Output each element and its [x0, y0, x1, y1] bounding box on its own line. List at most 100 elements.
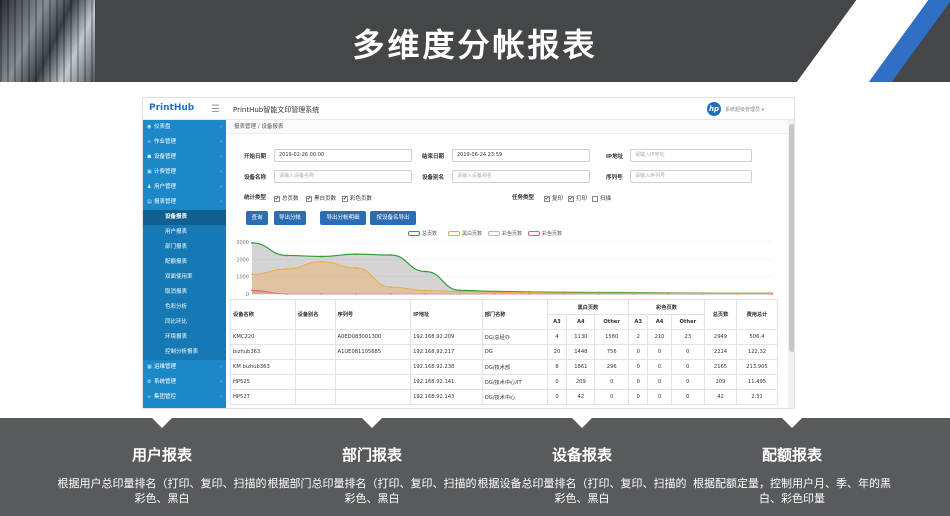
user-menu[interactable]: 系统超级管理员 ▾ — [725, 106, 764, 113]
page: 多维度分帐报表 PrintHub ☰ PrintHub智能文印管理系统 hp 系… — [0, 0, 950, 516]
sidebar-item-label: 设备管理 — [154, 154, 177, 160]
data-point — [389, 254, 392, 256]
data-point — [389, 286, 392, 288]
sidebar-subitem[interactable]: 同比环比 — [143, 315, 226, 330]
th-serial[interactable]: 序列号 — [334, 299, 412, 330]
y-tick-label: 1000 — [236, 275, 249, 281]
table-cell: 42 — [566, 389, 596, 405]
device-report-table: 设备名称 设备别名 序列号 IP地址 部门名称 黑白页数 彩色页数 总页数 费用… — [230, 299, 779, 405]
sidebar-item[interactable]: ▣ 计费管理 ‹ — [143, 165, 226, 180]
th-color-other[interactable]: Other — [670, 314, 706, 330]
stat-bw-checkbox[interactable]: ✔ 黑白页数 — [306, 194, 336, 202]
query-button[interactable]: 查询 — [246, 211, 268, 225]
task-print-checkbox[interactable]: ✔ 打印 — [568, 194, 587, 202]
device-icon: ☗ — [147, 154, 152, 160]
sidebar-subitem[interactable]: 取消报表 — [143, 285, 226, 300]
table-cell: 210 — [647, 329, 672, 345]
th-bw-group: 黑白页数 — [546, 299, 629, 315]
ip-label: IP地址 — [606, 154, 624, 160]
export-button[interactable]: 导出分帐 — [274, 211, 306, 225]
device-name-input[interactable]: 请输入设备名称 — [274, 170, 412, 183]
export-by-device-button[interactable]: 按设备名导出 — [370, 211, 416, 225]
table-cell: DG/技术中心 — [481, 389, 548, 405]
sidebar-item[interactable]: ♟ 用户管理 ‹ — [143, 180, 226, 195]
table-cell — [334, 374, 412, 390]
table-cell — [294, 374, 336, 390]
sidebar-subitem[interactable]: 设备报表 — [143, 210, 226, 225]
table-cell: DG/技术中心/IT — [481, 374, 548, 390]
table-cell: A1UE081105685 — [334, 344, 412, 360]
table-row[interactable]: HP527 192.168.92.143 DG/技术中心 0 42 0 0 0 0 42 2.31 — [230, 389, 779, 405]
th-bw-a3[interactable]: A3 — [546, 314, 568, 330]
sidebar-item-label: 作业管理 — [154, 139, 177, 145]
chevron-icon: ‹ — [220, 379, 222, 385]
table-cell: KM bizhub363 — [230, 359, 296, 375]
vertical-scrollbar[interactable] — [788, 120, 794, 408]
device-alias-input[interactable]: 请输入设备别名 — [452, 170, 590, 183]
sidebar-subitem[interactable]: 部门报表 — [143, 240, 226, 255]
table-cell: 192.168.92.217 — [410, 344, 483, 360]
scrollbar-thumb[interactable] — [789, 124, 794, 352]
sidebar-item-label: 集团管控 — [154, 394, 177, 400]
task-scan-checkbox[interactable]: 扫描 — [592, 194, 611, 202]
sidebar-item-label: 报表管理 — [154, 199, 177, 205]
table-row[interactable]: KM bizhub363 192.168.92.238 DG/技术部 8 1861 296… — [230, 359, 779, 375]
task-copy-checkbox[interactable]: ✔ 复印 — [544, 194, 563, 202]
app-logo[interactable]: PrintHub — [149, 103, 194, 113]
sidebar-item[interactable]: ☗ 设备管理 ‹ — [143, 150, 226, 165]
th-total[interactable]: 总页数 — [704, 299, 737, 330]
sidebar-subitem[interactable]: 配额报表 — [143, 255, 226, 270]
group-icon: ∞ — [147, 394, 152, 400]
start-date-input[interactable]: 2019-02-26 00:00 — [274, 149, 412, 162]
billing-icon: ▣ — [147, 169, 152, 175]
menu-toggle-icon[interactable]: ☰ — [211, 104, 220, 115]
sidebar-item[interactable]: ◉ 仪表盘 ‹ — [143, 120, 226, 135]
sidebar-item[interactable]: ∞ 集团管控 ‹ — [143, 390, 226, 405]
serial-input[interactable]: 请输入序列号 — [630, 170, 752, 183]
sidebar-item[interactable]: ∞ 作业管理 ‹ — [143, 135, 226, 150]
table-cell: DG/总经办 — [481, 329, 548, 345]
th-color-a4[interactable]: A4 — [647, 314, 672, 330]
th-alias[interactable]: 设备别名 — [294, 299, 336, 330]
table-cell: 23 — [670, 329, 706, 345]
sidebar-item[interactable]: ▦ 运维管理 ‹ — [143, 360, 226, 375]
th-bw-other[interactable]: Other — [594, 314, 629, 330]
series-area-1 — [252, 261, 772, 294]
table-cell — [294, 329, 336, 345]
report-icon: ▤ — [147, 199, 152, 205]
sidebar-subitem[interactable]: 环境报表 — [143, 330, 226, 345]
table-cell: 756 — [594, 344, 629, 360]
chevron-icon: ‹ — [220, 199, 222, 205]
table-cell: 20 — [546, 344, 568, 360]
y-tick-label: 2000 — [236, 257, 249, 263]
table-cell: A0ED083001300 — [334, 329, 412, 345]
stat-total-checkbox[interactable]: ✔ 总页数 — [274, 194, 299, 202]
sidebar-subitem[interactable]: 用户报表 — [143, 225, 226, 240]
th-dept[interactable]: 部门名称 — [481, 299, 548, 330]
end-date-input[interactable]: 2019-06-24 23:59 — [452, 149, 590, 162]
table-row[interactable]: bizhub363 A1UE081105685 192.168.92.217 DG 20… — [230, 344, 779, 360]
feature-title-device: 设备报表 — [551, 446, 612, 464]
table-cell: 213.905 — [735, 359, 779, 375]
th-device-name[interactable]: 设备名称 — [230, 299, 296, 330]
th-cost[interactable]: 费用总计 — [735, 299, 779, 330]
y-tick-label: 3000 — [236, 240, 249, 246]
stat-color-checkbox[interactable]: ✔ 彩色页数 — [342, 194, 372, 202]
export-detail-button[interactable]: 导出分帐明细 — [320, 211, 366, 225]
table-row[interactable]: KMC220 A0ED083001300 192.168.92.209 DG/总经办 4… — [230, 329, 779, 345]
sidebar-subitem[interactable]: 色彩分析 — [143, 300, 226, 315]
th-color-a3[interactable]: A3 — [627, 314, 649, 330]
pages-area-chart: 3000 2000 1000 0 — [236, 240, 773, 298]
table-row[interactable]: HP525 192.168.92.141 DG/技术中心/IT 0 209 0 0 0 0 209… — [230, 374, 779, 390]
table-cell: 8 — [546, 359, 568, 375]
checkbox-checked-icon: ✔ — [342, 195, 348, 202]
sidebar-item[interactable]: ▤ 报表管理 ‹ — [143, 195, 226, 210]
th-bw-a4[interactable]: A4 — [566, 314, 596, 330]
ip-input[interactable]: 请输入IP地址 — [630, 149, 752, 162]
table-cell — [334, 359, 412, 375]
chevron-icon: ‹ — [220, 394, 222, 400]
sidebar-subitem[interactable]: 控制分析报表 — [143, 345, 226, 360]
sidebar-subitem[interactable]: 双面使用率 — [143, 270, 226, 285]
th-ip[interactable]: IP地址 — [410, 299, 483, 330]
sidebar-item[interactable]: ⚙ 系统管理 ‹ — [143, 375, 226, 390]
